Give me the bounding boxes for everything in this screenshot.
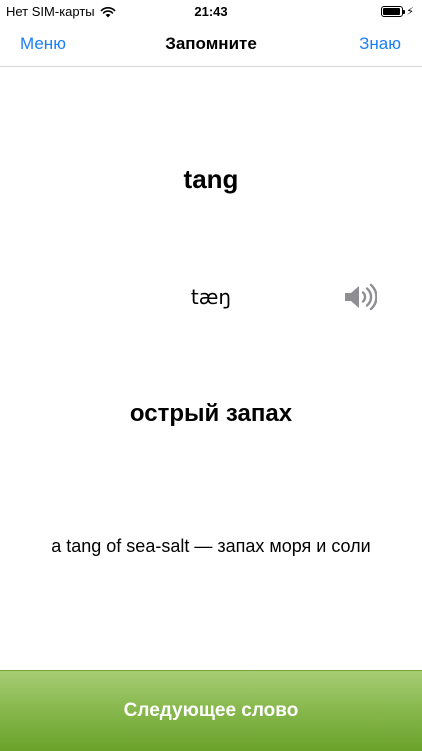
translation-text: острый запах	[129, 400, 293, 427]
next-word-label: Следующее слово	[123, 700, 299, 721]
battery-icon	[381, 6, 406, 17]
status-bar: Нет SIM-карты 21:43 ⚡	[0, 0, 422, 24]
know-button[interactable]: Знаю	[359, 34, 401, 54]
speaker-icon[interactable]	[343, 283, 377, 311]
battery-level	[383, 8, 401, 15]
example-sentence: a tang of sea-salt — запах моря и соли	[51, 536, 371, 556]
status-time: 21:43	[194, 4, 228, 19]
next-word-button[interactable]: Следующее слово	[0, 670, 422, 751]
charging-bolt-icon: ⚡	[406, 6, 414, 18]
battery-indicator: ⚡	[381, 5, 414, 18]
word-text: tang	[183, 164, 239, 194]
navigation-bar: Меню Запомните Знаю	[0, 24, 422, 67]
